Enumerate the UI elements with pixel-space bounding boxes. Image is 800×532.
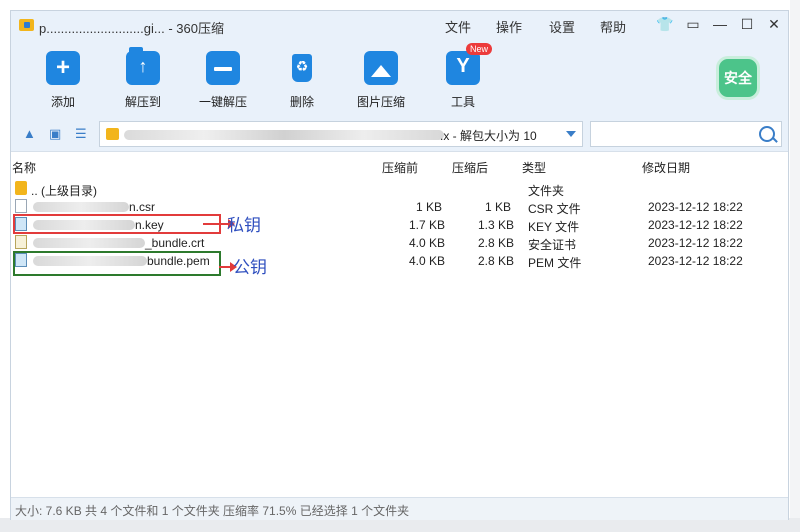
delete-label: 删除: [289, 95, 314, 109]
add-icon: [46, 51, 80, 85]
title-bar: p...........................gi... - 360压…: [11, 11, 788, 41]
row-name: n.csr: [129, 200, 156, 214]
menu-help[interactable]: 帮助: [600, 17, 626, 36]
col-after[interactable]: 压缩后: [452, 159, 488, 176]
row-before: 4.0 KB: [409, 236, 446, 250]
private-key-annotation: 私钥: [227, 216, 261, 235]
row-date: 2023-12-12 18:22: [648, 254, 743, 268]
row-after: 1.3 KB: [478, 218, 515, 232]
row-date: 2023-12-12 18:22: [648, 218, 743, 232]
row-type: 安全证书: [528, 238, 577, 252]
archive-window: p...........................gi... - 360压…: [10, 10, 789, 520]
status-bar: 大小: 7.6 KB 共 4 个文件和 1 个文件夹 压缩率 71.5% 已经选…: [11, 497, 788, 520]
add-label: 添加: [50, 95, 75, 109]
row-type: 文件夹: [528, 184, 565, 198]
row-type: PEM 文件: [528, 256, 582, 270]
table-row[interactable]: _bundle.crt 4.0 KB 2.8 KB 安全证书 2023-12-1…: [11, 234, 788, 252]
safe-label: 安全: [724, 70, 752, 86]
taskbar-strip: [0, 518, 800, 532]
extract-to-button[interactable]: 解压到: [121, 47, 165, 110]
one-click-extract-icon: [206, 51, 240, 85]
certificate-icon: [15, 235, 27, 249]
add-button[interactable]: 添加: [43, 51, 83, 110]
col-type[interactable]: 类型: [522, 159, 546, 176]
table-row[interactable]: .. (上级目录) 文件夹: [11, 180, 788, 198]
public-key-arrow: [219, 262, 237, 272]
extract-folder-icon: [126, 47, 160, 85]
private-key-arrow: [203, 219, 235, 229]
tools-icon: [446, 51, 480, 85]
image-compress-label: 图片压缩: [356, 95, 405, 109]
row-after: 1 KB: [485, 200, 512, 214]
file-list: 名称 压缩前 压缩后 类型 修改日期 .. (上级目录) 文件夹 n.csr 1…: [11, 151, 788, 498]
maximize-icon[interactable]: ☐: [738, 15, 756, 33]
new-badge: New: [466, 43, 493, 55]
skin-icon[interactable]: 👕: [656, 15, 674, 33]
row-type: CSR 文件: [528, 202, 581, 216]
row-after: 2.8 KB: [478, 254, 515, 268]
row-before: 1.7 KB: [409, 218, 446, 232]
background-window-strip: [790, 0, 800, 532]
menu-file[interactable]: 文件: [445, 17, 471, 36]
address-bar: ▲ ▣ ☰ .x - 解包大小为 10: [11, 117, 788, 151]
list-view-icon[interactable]: ☰: [75, 127, 89, 140]
folder-icon: [15, 181, 27, 195]
minimize-icon[interactable]: —: [711, 15, 729, 33]
file-icon: [15, 199, 27, 213]
row-date: 2023-12-12 18:22: [648, 236, 743, 250]
search-input[interactable]: [590, 121, 782, 147]
row-after: 2.8 KB: [478, 236, 515, 250]
image-icon: [364, 51, 398, 85]
path-field[interactable]: .x - 解包大小为 10: [99, 121, 583, 147]
menu-settings[interactable]: 设置: [549, 17, 575, 36]
row-before: 4.0 KB: [409, 254, 446, 268]
tools-label: 工具: [450, 95, 475, 109]
row-type: KEY 文件: [528, 220, 580, 234]
private-key-highlight: [13, 214, 221, 234]
menu-operate[interactable]: 操作: [496, 17, 522, 36]
path-blurred: [124, 130, 444, 140]
col-date[interactable]: 修改日期: [642, 159, 690, 176]
status-text: 大小: 7.6 KB 共 4 个文件和 1 个文件夹 压缩率 71.5% 已经选…: [15, 504, 410, 518]
public-key-annotation: 公钥: [233, 258, 267, 277]
feedback-icon[interactable]: ▭: [684, 15, 702, 33]
safe-button[interactable]: 安全: [716, 56, 760, 100]
row-date: 2023-12-12 18:22: [648, 200, 743, 214]
one-click-extract-button[interactable]: 一键解压: [195, 51, 251, 110]
search-icon[interactable]: [759, 126, 775, 142]
one-click-extract-label: 一键解压: [198, 95, 247, 109]
row-before: 1 KB: [416, 200, 443, 214]
col-before[interactable]: 压缩前: [382, 159, 418, 176]
path-text: .x - 解包大小为 10: [440, 129, 537, 143]
app-icon: [19, 19, 34, 31]
row-name: _bundle.crt: [145, 236, 205, 250]
image-compress-button[interactable]: 图片压缩: [355, 51, 407, 110]
extract-to-label: 解压到: [124, 95, 161, 109]
row-name: .. (上级目录): [31, 184, 97, 198]
name-blurred: [33, 238, 145, 248]
up-arrow-icon[interactable]: ▲: [23, 127, 37, 140]
delete-button[interactable]: 删除: [285, 51, 319, 110]
trash-icon: [285, 51, 319, 85]
close-icon[interactable]: ✕: [765, 15, 783, 33]
tools-button[interactable]: 工具: [444, 51, 482, 110]
window-title: p...........................gi... - 360压…: [39, 21, 224, 36]
name-blurred: [33, 202, 129, 212]
public-key-highlight: [13, 251, 221, 276]
thumbnail-view-icon[interactable]: ▣: [49, 127, 63, 140]
archive-icon: [106, 128, 119, 140]
col-name[interactable]: 名称: [12, 159, 36, 176]
path-dropdown-icon[interactable]: [566, 131, 576, 137]
